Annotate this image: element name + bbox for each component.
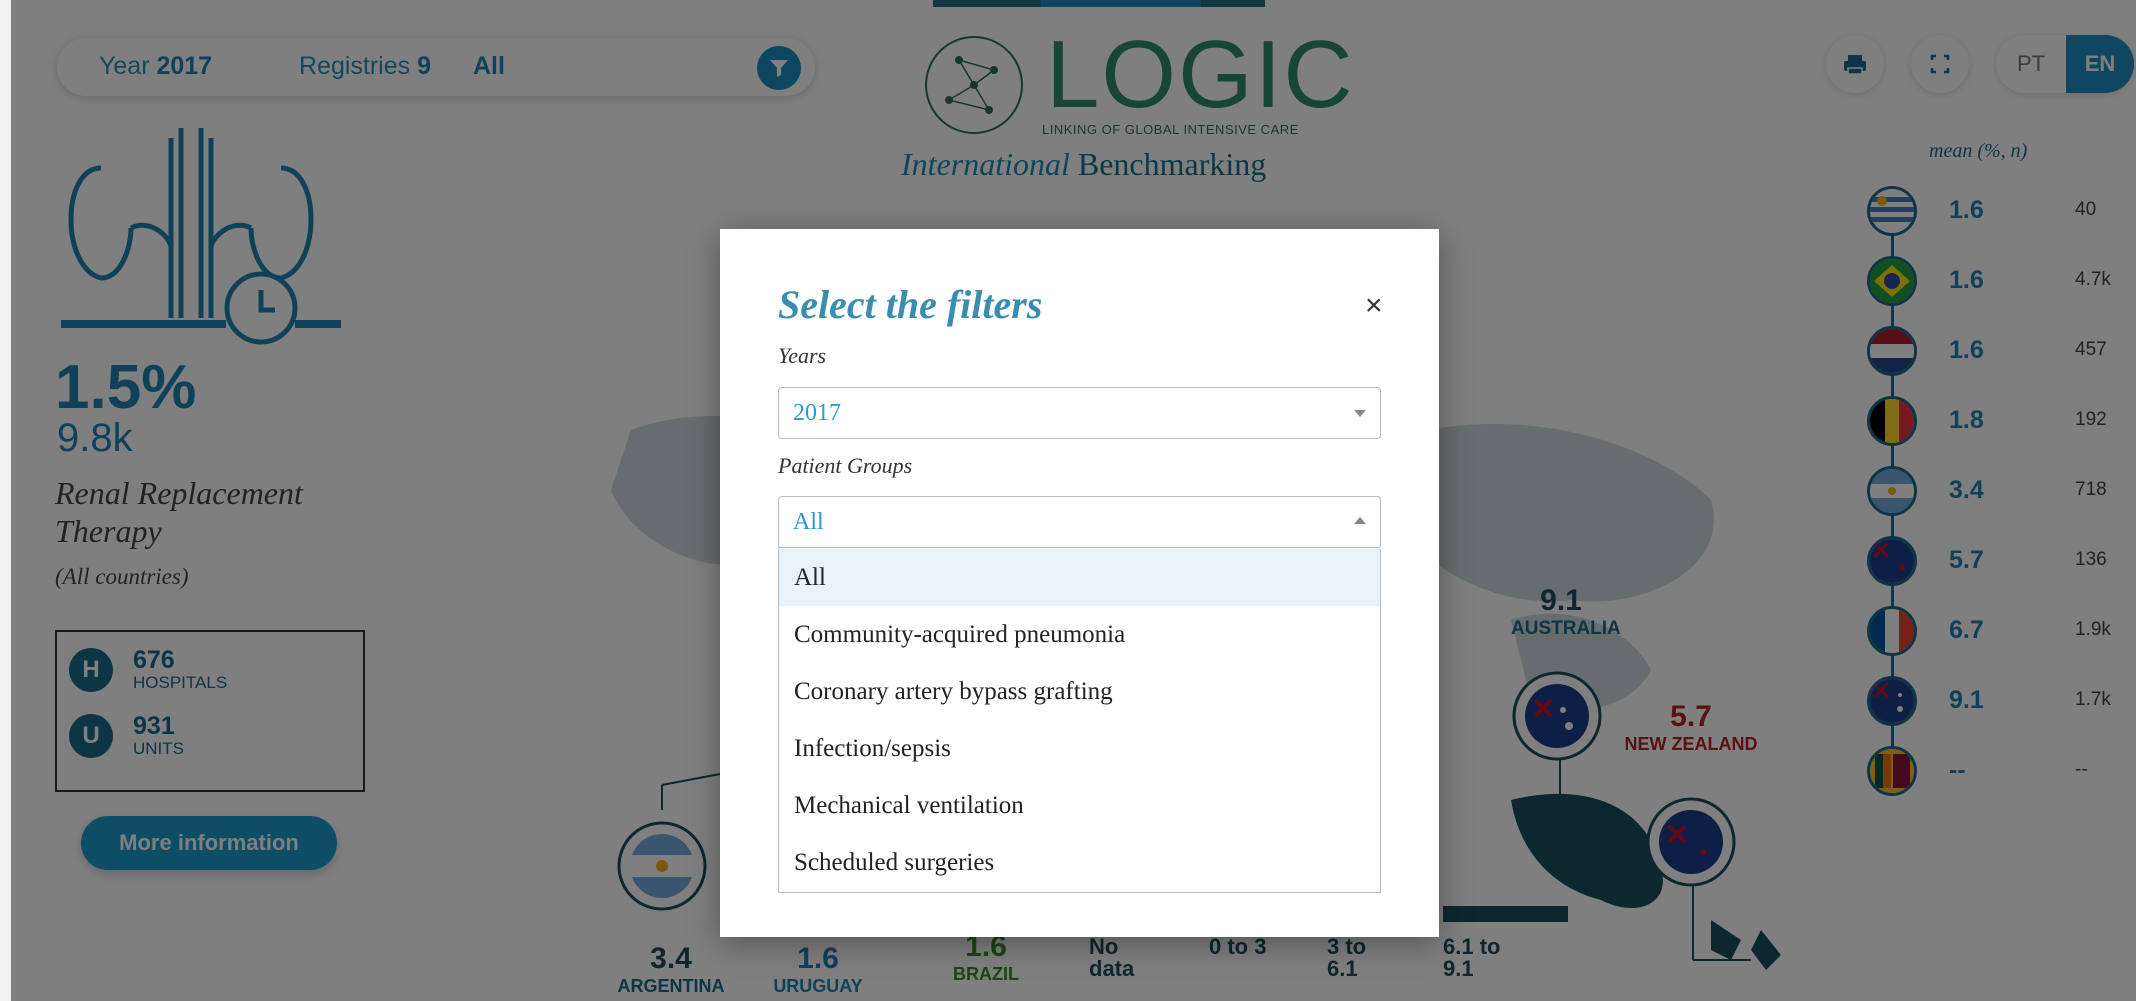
- patient-groups-select[interactable]: All: [778, 496, 1381, 548]
- patient-groups-label: Patient Groups: [778, 453, 913, 478]
- years-label: Years: [778, 343, 827, 368]
- dropdown-option[interactable]: Mechanical ventilation: [779, 777, 1380, 834]
- dropdown-option[interactable]: Infection/sepsis: [779, 720, 1380, 777]
- chevron-up-icon: [1354, 517, 1366, 524]
- dropdown-option[interactable]: Scheduled surgeries: [779, 834, 1380, 891]
- filters-modal: Select the filters × Years 2017 Patient …: [720, 229, 1439, 937]
- years-select-value: 2017: [793, 400, 841, 426]
- app: Year 2017 Registries 9 All LOGIC LINKING…: [11, 0, 2136, 1001]
- years-select[interactable]: 2017: [778, 387, 1381, 439]
- dropdown-option[interactable]: All: [779, 549, 1380, 606]
- dropdown-option[interactable]: Coronary artery bypass grafting: [779, 663, 1380, 720]
- chevron-down-icon: [1354, 410, 1366, 417]
- modal-title: Select the filters: [778, 282, 1043, 327]
- patient-groups-select-value: All: [793, 509, 824, 535]
- patient-groups-dropdown: All Community-acquired pneumonia Coronar…: [778, 549, 1381, 893]
- dropdown-option[interactable]: Community-acquired pneumonia: [779, 606, 1380, 663]
- close-icon[interactable]: ×: [1365, 289, 1383, 323]
